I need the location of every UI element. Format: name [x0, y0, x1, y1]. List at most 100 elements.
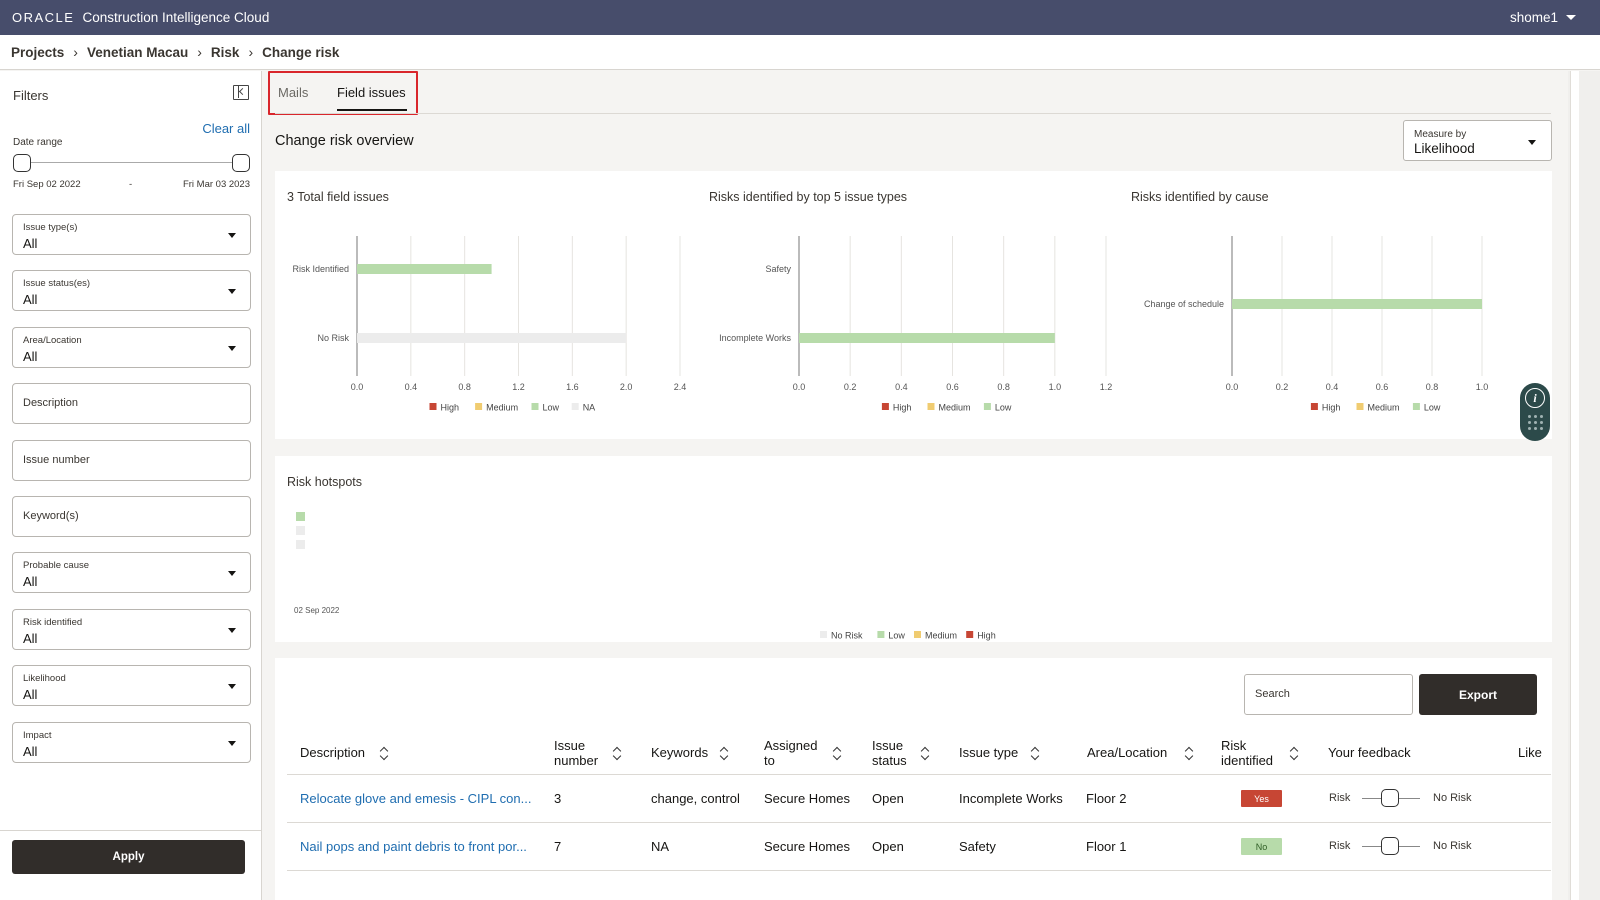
- col-issue-number[interactable]: Issue number: [554, 738, 614, 768]
- user-name: shome1: [1509, 10, 1558, 25]
- sort-icon[interactable]: [614, 746, 622, 758]
- breadcrumb-project[interactable]: Venetian Macau: [87, 45, 188, 60]
- caret-down-icon: [228, 346, 236, 351]
- caret-down-icon: [228, 628, 236, 633]
- field-placeholder: Issue number: [23, 454, 90, 466]
- issue-description-link[interactable]: Nail pops and paint debris to front por.…: [300, 839, 527, 854]
- tabs-divider: [275, 113, 1551, 114]
- legend-label: High: [441, 403, 460, 413]
- description-input[interactable]: Description: [12, 383, 251, 424]
- legend-swatch: [877, 631, 885, 638]
- x-tick-label: 0.8: [1426, 382, 1439, 392]
- chevron-right-icon: ›: [248, 44, 254, 60]
- legend-swatch: [983, 403, 991, 410]
- col-description[interactable]: Description: [300, 745, 365, 760]
- caret-down-icon: [228, 571, 236, 576]
- sort-icon[interactable]: [721, 746, 729, 758]
- search-input[interactable]: Search: [1244, 674, 1413, 715]
- caret-down-icon: [228, 684, 236, 689]
- breadcrumb-risk[interactable]: Risk: [211, 45, 240, 60]
- row-divider: [287, 774, 1551, 775]
- oracle-logo[interactable]: ORACLE: [12, 10, 74, 25]
- caret-down-icon: [228, 289, 236, 294]
- clear-all-link[interactable]: Clear all: [202, 121, 250, 136]
- heatmap-cell: [296, 526, 305, 535]
- measure-by-select[interactable]: Measure by Likelihood: [1403, 120, 1552, 161]
- export-button[interactable]: Export: [1419, 674, 1537, 715]
- apply-button[interactable]: Apply: [12, 840, 245, 874]
- sort-icon[interactable]: [381, 746, 389, 758]
- issue-status-select[interactable]: Issue status(es) All: [12, 270, 251, 311]
- row-divider: [287, 822, 1551, 823]
- col-like[interactable]: Like: [1518, 745, 1542, 760]
- collapse-panel-icon[interactable]: [233, 85, 249, 100]
- breadcrumb-projects[interactable]: Projects: [11, 45, 64, 60]
- legend-label: Low: [995, 403, 1012, 413]
- feedback-slider-handle[interactable]: [1381, 789, 1399, 807]
- heatmap-cell: [296, 540, 305, 549]
- issue-type-select[interactable]: Issue type(s) All: [12, 214, 251, 255]
- field-value: All: [23, 236, 38, 251]
- col-keywords[interactable]: Keywords: [651, 745, 708, 760]
- risk-hotspots-heatmap: 02 Sep 2022 No Risk Low Medium High: [294, 512, 996, 641]
- col-issue-type[interactable]: Issue type: [959, 745, 1018, 760]
- caret-down-icon: [228, 741, 236, 746]
- sort-icon[interactable]: [1291, 746, 1299, 758]
- risk-identified-select[interactable]: Risk identified All: [12, 609, 251, 650]
- x-tick-label: 0.2: [1276, 382, 1289, 392]
- active-tab-indicator: [337, 109, 407, 111]
- sort-icon[interactable]: [922, 746, 930, 758]
- y-category-label: No Risk: [317, 333, 349, 343]
- x-tick-label: 0.6: [1376, 382, 1389, 392]
- help-widget[interactable]: i: [1520, 383, 1550, 441]
- date-range-end-handle[interactable]: [232, 154, 250, 172]
- x-tick-label: 0.0: [793, 382, 806, 392]
- top-bar: ORACLE Construction Intelligence Cloud s…: [0, 0, 1600, 35]
- legend-label: No Risk: [831, 631, 863, 641]
- breadcrumb-current: Change risk: [262, 44, 340, 60]
- keywords-input[interactable]: Keyword(s): [12, 496, 251, 537]
- date-range-start-handle[interactable]: [13, 154, 31, 172]
- y-category-label: Safety: [765, 264, 791, 274]
- y-category-label: Incomplete Works: [719, 333, 791, 343]
- area-location: Floor 1: [1086, 839, 1127, 854]
- measure-value: Likelihood: [1414, 141, 1475, 156]
- date-range-start: Fri Sep 02 2022: [13, 179, 81, 190]
- date-range-track[interactable]: [22, 162, 240, 163]
- field-label: Issue type(s): [23, 222, 78, 233]
- scrollbar-thumb[interactable]: [1570, 71, 1579, 900]
- sort-icon[interactable]: [834, 746, 842, 758]
- legend-label: Low: [888, 631, 905, 641]
- sort-icon[interactable]: [1032, 746, 1040, 758]
- issue-number-input[interactable]: Issue number: [12, 440, 251, 481]
- breadcrumb: Projects › Venetian Macau › Risk › Chang…: [0, 35, 1600, 70]
- issue-description-link[interactable]: Relocate glove and emesis - CIPL con...: [300, 791, 531, 806]
- legend-label: High: [977, 631, 996, 641]
- legend-label: Medium: [925, 631, 957, 641]
- feedback-slider-handle[interactable]: [1381, 837, 1399, 855]
- col-issue-status[interactable]: Issue status: [872, 738, 917, 768]
- tab-mails[interactable]: Mails: [278, 85, 308, 100]
- user-menu[interactable]: shome1: [1510, 10, 1576, 25]
- bar-charts: 0.0 0.4 0.8 1.2 1.6 2.0 2.4 Risk Identified No R…: [292, 236, 1489, 413]
- field-placeholder: Keyword(s): [23, 510, 79, 522]
- grip-icon: [1528, 415, 1543, 431]
- field-label: Risk identified: [23, 617, 83, 628]
- field-label: Likelihood: [23, 673, 66, 684]
- col-area-location[interactable]: Area/Location: [1087, 745, 1167, 760]
- impact-select[interactable]: Impact All: [12, 722, 251, 763]
- col-risk-identified[interactable]: Risk identified: [1221, 738, 1283, 768]
- tab-field-issues[interactable]: Field issues: [337, 85, 406, 100]
- feedback-risk-label: Risk: [1329, 840, 1351, 852]
- page-scrollbar[interactable]: [1568, 71, 1600, 900]
- col-assigned-to[interactable]: Assigned to: [764, 738, 826, 768]
- x-tick-label: 0.4: [1326, 382, 1339, 392]
- x-tick-label: 1.0: [1476, 382, 1489, 392]
- likelihood-select[interactable]: Likelihood All: [12, 665, 251, 706]
- y-category-label: Risk Identified: [292, 264, 349, 274]
- probable-cause-select[interactable]: Probable cause All: [12, 552, 251, 593]
- sort-icon[interactable]: [1186, 746, 1194, 758]
- issue-type: Safety: [959, 839, 996, 854]
- legend-label: Medium: [939, 403, 971, 413]
- area-location-select[interactable]: Area/Location All: [12, 327, 251, 368]
